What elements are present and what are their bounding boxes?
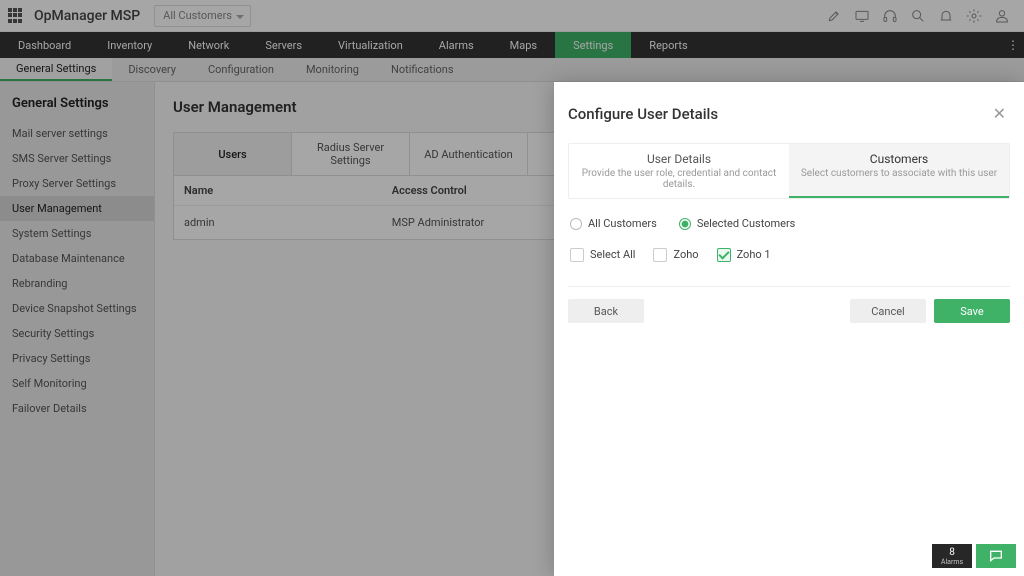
step-desc: Provide the user role, credential and co…	[575, 168, 783, 190]
step-customers[interactable]: Customers Select customers to associate …	[789, 144, 1009, 198]
checkbox-zoho-1[interactable]: Zoho 1	[717, 248, 771, 262]
save-button[interactable]: Save	[934, 299, 1010, 323]
configure-user-modal: Configure User Details ✕ User Details Pr…	[554, 82, 1024, 576]
alarm-label: Alarms	[941, 558, 963, 566]
modal-buttons: Back Cancel Save	[568, 299, 1010, 323]
customer-checklist: Select All Zoho Zoho 1	[568, 248, 1010, 262]
back-button[interactable]: Back	[568, 299, 644, 323]
close-icon[interactable]: ✕	[989, 100, 1010, 127]
scope-radio-group: All Customers Selected Customers	[568, 217, 1010, 230]
step-title: Customers	[795, 152, 1003, 166]
modal-title: Configure User Details	[568, 105, 989, 123]
step-desc: Select customers to associate with this …	[795, 168, 1003, 179]
chat-icon[interactable]	[976, 544, 1016, 568]
cancel-button[interactable]: Cancel	[850, 299, 926, 323]
divider	[568, 286, 1010, 287]
checkbox-select-all[interactable]: Select All	[570, 248, 635, 262]
checkbox-zoho[interactable]: Zoho	[653, 248, 698, 262]
alarm-count: 8	[949, 547, 955, 558]
step-tabs: User Details Provide the user role, cred…	[568, 143, 1010, 199]
radio-selected-customers[interactable]: Selected Customers	[679, 217, 796, 230]
alarm-badge[interactable]: 8 Alarms	[932, 544, 972, 568]
step-user-details[interactable]: User Details Provide the user role, cred…	[569, 144, 789, 198]
radio-all-customers[interactable]: All Customers	[570, 217, 657, 230]
step-title: User Details	[575, 152, 783, 166]
